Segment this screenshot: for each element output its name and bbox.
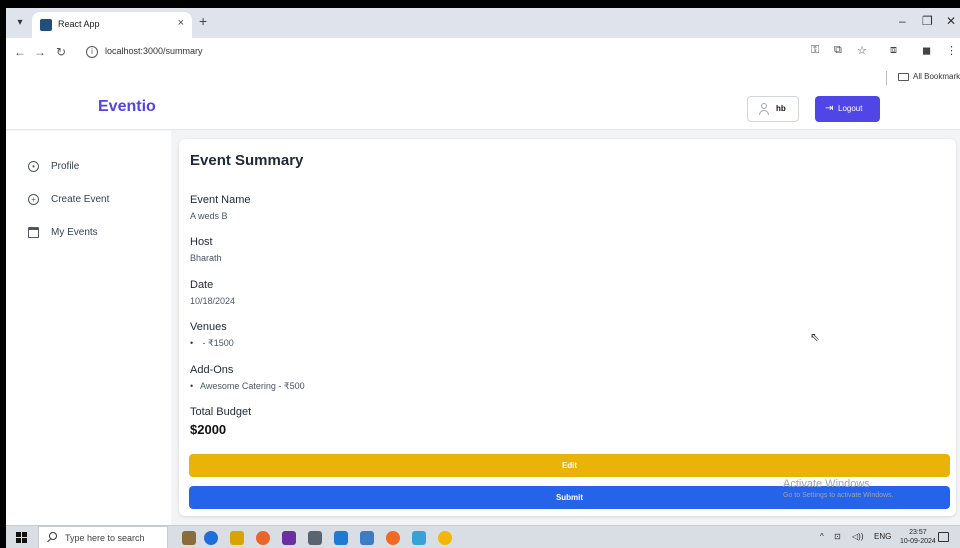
file-explorer-icon[interactable] <box>230 531 244 545</box>
new-tab-icon[interactable]: + <box>199 13 207 29</box>
app-header: Eventio hb ⇥ Logout <box>6 88 960 130</box>
date-label: Date <box>190 279 214 291</box>
terminal-icon[interactable] <box>308 531 322 545</box>
browser-tab-strip: ▾ React App × + – ❐ ✕ <box>6 8 960 38</box>
logout-label: Logout <box>838 104 863 113</box>
minimize-icon[interactable]: – <box>899 14 906 28</box>
folder-icon <box>898 73 909 81</box>
postman-icon[interactable] <box>386 531 400 545</box>
all-bookmarks-link[interactable]: All Bookmarks <box>913 72 960 81</box>
chrome-icon[interactable] <box>438 531 452 545</box>
calendar-icon <box>28 227 39 238</box>
addons-label: Add-Ons <box>190 364 234 376</box>
edit-button[interactable]: Edit <box>189 454 950 477</box>
language-indicator[interactable]: ENG <box>874 532 891 541</box>
user-icon <box>759 103 769 115</box>
search-icon <box>49 532 57 540</box>
favicon-icon <box>40 19 52 31</box>
user-badge[interactable]: hb <box>747 96 799 122</box>
total-budget-value: $2000 <box>190 422 227 437</box>
date-value: 10/18/2024 <box>190 296 236 306</box>
watermark-subtitle: Go to Settings to activate Windows. <box>783 492 894 499</box>
addon-item: Awesome Catering - ₹500 <box>190 381 305 392</box>
bookmarks-bar: All Bookmarks <box>6 68 960 88</box>
bookmarks-divider <box>886 71 887 85</box>
close-tab-icon[interactable]: × <box>178 17 184 29</box>
plus-circle-icon: + <box>28 194 39 205</box>
page-title: Event Summary <box>190 152 304 169</box>
taskbar-app-icon[interactable] <box>360 531 374 545</box>
tab-search-icon[interactable]: ▾ <box>12 15 28 31</box>
sidebar-item-label: Create Event <box>51 194 110 205</box>
menu-kebab-icon[interactable]: ⋮ <box>946 44 957 57</box>
windows-taskbar: Type here to search ^ ⊡ ◁)) ENG 23:57 10… <box>6 525 960 548</box>
host-label: Host <box>190 236 213 248</box>
volume-icon[interactable]: ◁)) <box>852 532 863 541</box>
profile-avatar-icon[interactable]: ◼ <box>922 44 931 57</box>
restore-icon[interactable]: ❐ <box>922 14 933 28</box>
extensions-icon[interactable]: ⧈ <box>890 44 897 57</box>
activate-windows-watermark: Activate Windows Go to Settings to activ… <box>783 478 894 499</box>
taskbar-app-icon[interactable] <box>412 531 426 545</box>
clock-time: 23:57 <box>909 529 927 536</box>
venue-item: - ₹1500 <box>190 338 234 349</box>
tab-title: React App <box>58 19 100 29</box>
mouse-cursor-icon: ⇖ <box>810 330 821 344</box>
search-placeholder: Type here to search <box>65 533 145 543</box>
watermark-title: Activate Windows <box>783 478 870 490</box>
back-icon[interactable]: ← <box>14 45 26 59</box>
event-summary-card: Event Summary Event Name A weds B Host B… <box>179 139 956 516</box>
taskbar-app-icon[interactable] <box>182 531 196 545</box>
profile-icon: • <box>28 161 39 172</box>
edge-icon[interactable] <box>204 531 218 545</box>
browser-tab[interactable]: React App × <box>32 12 192 38</box>
event-name-value: A weds B <box>190 211 228 221</box>
vscode-icon[interactable] <box>334 531 348 545</box>
host-value: Bharath <box>190 253 222 263</box>
site-info-icon[interactable]: i <box>86 46 98 58</box>
taskbar-clock[interactable]: 23:57 10-09-2024 <box>900 528 936 546</box>
sidebar: • Profile + Create Event My Events <box>6 131 171 525</box>
password-key-icon[interactable]: ⚿ <box>811 44 819 57</box>
network-icon[interactable]: ⊡ <box>834 532 841 541</box>
event-name-label: Event Name <box>190 194 251 206</box>
clock-date: 10-09-2024 <box>900 538 936 545</box>
forward-icon[interactable]: → <box>34 45 46 59</box>
app-logo[interactable]: Eventio <box>98 98 156 116</box>
windows-start-icon[interactable] <box>16 532 27 543</box>
total-budget-label: Total Budget <box>190 406 252 418</box>
bookmark-star-icon[interactable]: ☆ <box>857 44 867 57</box>
user-name: hb <box>776 104 786 113</box>
reload-icon[interactable]: ↻ <box>56 45 66 59</box>
address-bar[interactable]: localhost:3000/summary <box>105 46 203 56</box>
screen: ▾ React App × + – ❐ ✕ ← → ↻ i localhost:… <box>6 8 960 548</box>
notification-icon[interactable] <box>938 532 949 542</box>
browser-toolbar: ← → ↻ i localhost:3000/summary ⚿ ⧉ ☆ ⧈ ◼… <box>6 38 960 68</box>
close-window-icon[interactable]: ✕ <box>946 14 956 28</box>
taskbar-app-icon[interactable] <box>282 531 296 545</box>
logout-button[interactable]: ⇥ Logout <box>815 96 880 122</box>
cast-icon[interactable]: ⧉ <box>834 44 842 57</box>
taskbar-search-input[interactable]: Type here to search <box>38 526 168 548</box>
sidebar-item-label: Profile <box>51 161 80 172</box>
logout-icon: ⇥ <box>825 103 834 114</box>
tray-chevron-icon[interactable]: ^ <box>820 532 824 541</box>
venues-label: Venues <box>190 321 227 333</box>
firefox-icon[interactable] <box>256 531 270 545</box>
sidebar-item-label: My Events <box>51 227 98 238</box>
